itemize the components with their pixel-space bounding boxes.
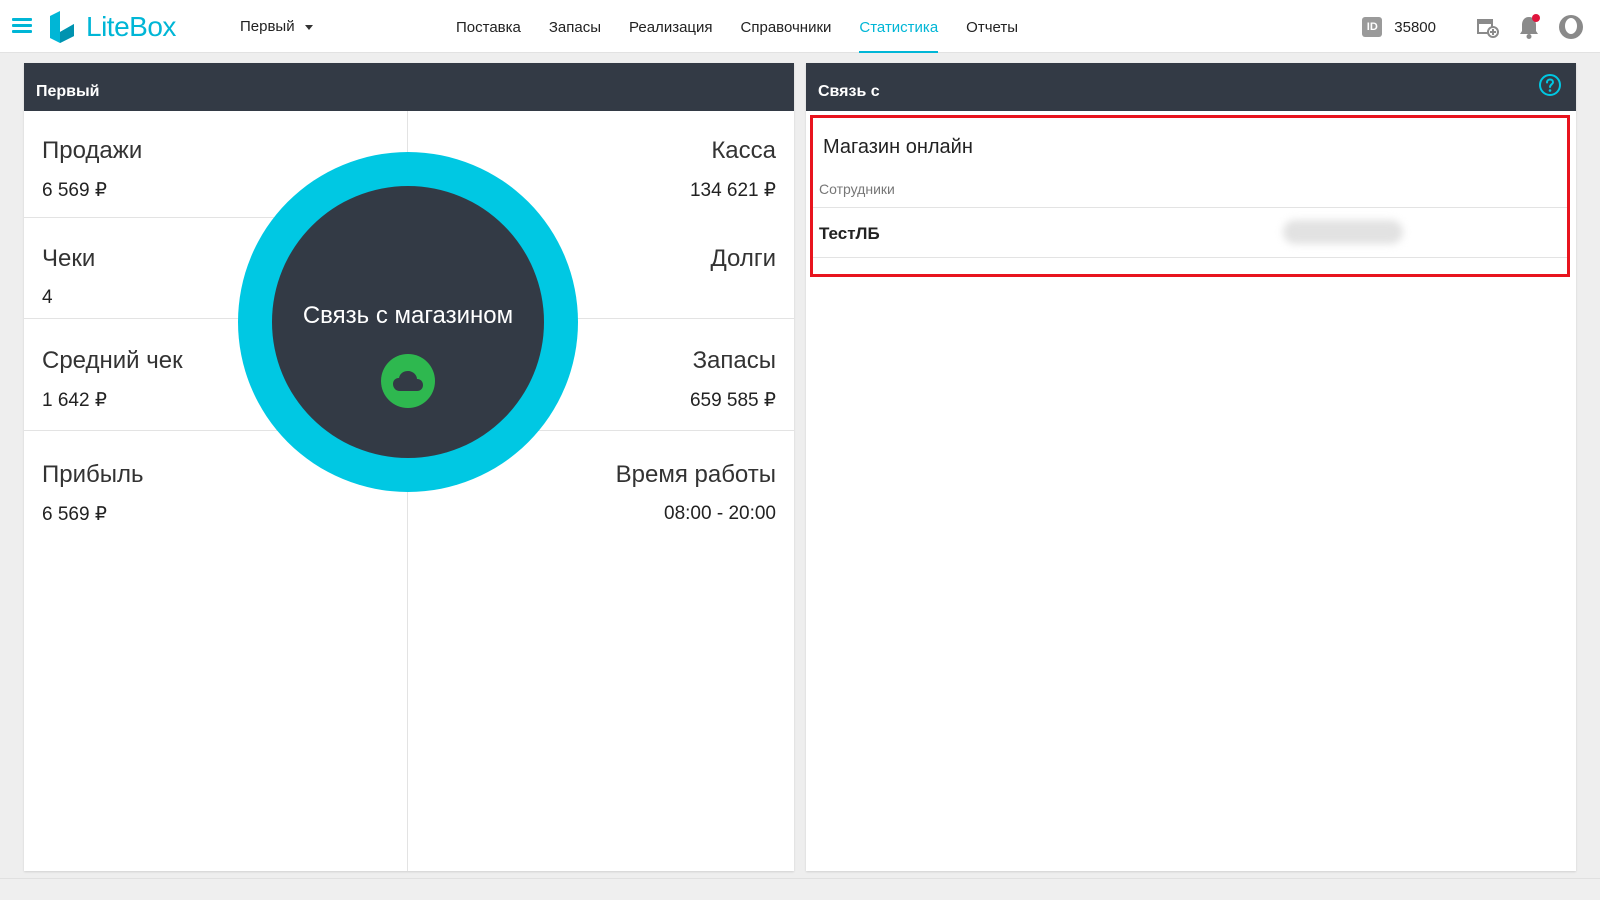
stat-value: 4 [42,287,53,308]
stat-label: Запасы [692,347,776,374]
nav-item-stock[interactable]: Запасы [549,0,601,53]
store-selector[interactable]: Первый [240,18,313,35]
store-status: Магазин онлайн [823,136,973,158]
logo-text: LiteBox [86,11,176,42]
stat-value: 08:00 - 20:00 [664,503,776,524]
logo[interactable]: LiteBox [46,10,176,44]
connection-panel: Связь с Магазин онлайн Сотрудники ТестЛБ [806,63,1576,871]
connection-title: Связь с магазином [302,302,514,329]
stat-stock: Запасы 659 585 ₽ [690,347,776,412]
hamburger-menu-icon[interactable] [12,18,32,34]
user-avatar-icon[interactable] [1558,14,1584,40]
connection-panel-title: Связь с [818,83,880,100]
litebox-logo-icon [50,11,74,43]
panel-title: Связь с [806,63,1576,111]
stat-value: 659 585 ₽ [689,390,776,411]
stat-label: Чеки [42,245,96,272]
account-id: ID 35800 [1362,17,1436,37]
stat-value: 6 569 ₽ [42,180,107,201]
stat-label: Средний чек [42,347,183,374]
add-store-icon[interactable] [1474,14,1500,40]
stat-value: 6 569 ₽ [42,504,107,525]
stat-profit: Прибыль 6 569 ₽ [42,461,144,526]
cloud-icon[interactable] [381,354,435,408]
header-actions: ID 35800 [1362,14,1584,40]
divider [813,257,1567,258]
redacted-value [1283,220,1403,244]
nav-item-reports[interactable]: Отчеты [966,0,1018,53]
stat-label: Долги [710,245,776,272]
stat-label: Продажи [42,137,143,164]
connection-circle-inner: Связь с магазином [272,186,544,458]
stat-label: Время работы [615,461,776,488]
stat-cash: Касса 134 621 ₽ [690,137,776,202]
top-bar: LiteBox Первый Поставка Запасы Реализаци… [0,0,1600,53]
store-online-section: Магазин онлайн Сотрудники ТестЛБ [810,115,1570,277]
nav-item-supply[interactable]: Поставка [456,0,521,53]
divider [813,207,1567,208]
stat-value: 1 642 ₽ [42,390,107,411]
id-icon: ID [1362,17,1383,37]
footer-strip [0,878,1600,900]
stat-avg-check: Средний чек 1 642 ₽ [42,347,183,412]
stat-sales: Продажи 6 569 ₽ [42,137,142,202]
help-icon[interactable] [1538,73,1562,97]
nav-item-references[interactable]: Справочники [741,0,832,53]
store-connection-indicator[interactable]: Связь с магазином [238,152,578,492]
account-id-value: 35800 [1394,18,1436,36]
stat-label: Касса [711,137,776,164]
panel-title: Первый [24,63,794,111]
chevron-down-icon [304,25,313,30]
stat-label: Прибыль [42,461,144,488]
nav-item-sales[interactable]: Реализация [629,0,712,53]
stat-checks: Чеки 4 [42,245,95,309]
employees-label: Сотрудники [819,181,895,197]
stat-debts: Долги [710,245,776,273]
notification-dot [1532,14,1540,22]
bell-icon[interactable] [1516,14,1542,40]
main-nav: Поставка Запасы Реализация Справочники С… [456,0,1046,53]
store-selector-label: Первый [240,18,295,35]
nav-item-statistics[interactable]: Статистика [859,0,938,53]
stat-value: 134 621 ₽ [689,180,776,201]
stat-working-hours: Время работы 08:00 - 20:00 [616,461,776,525]
employee-name[interactable]: ТестЛБ [819,224,880,244]
